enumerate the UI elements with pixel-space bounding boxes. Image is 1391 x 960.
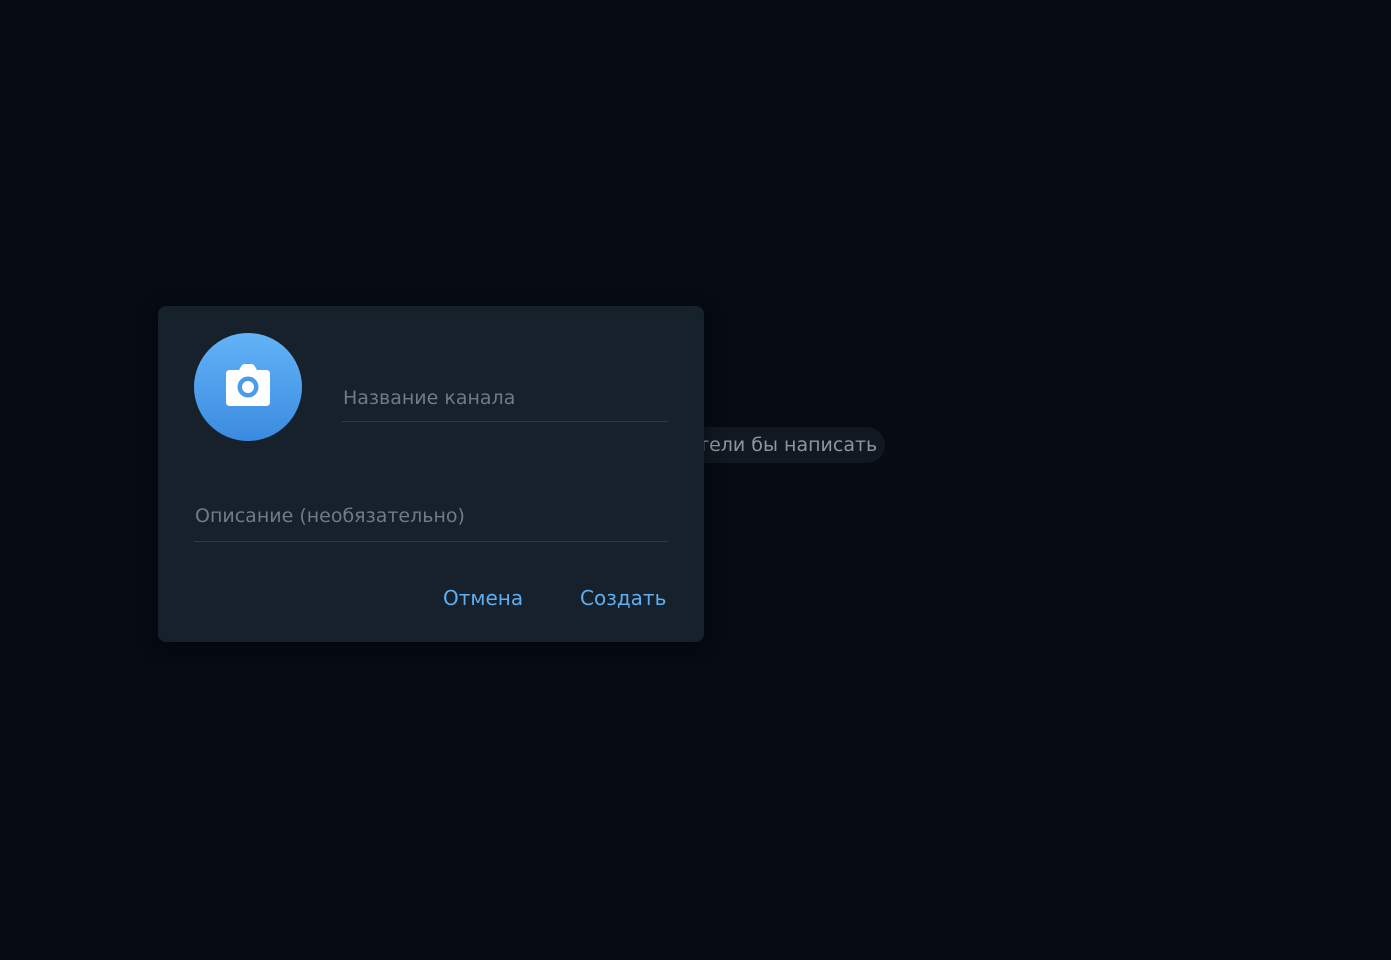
- channel-description-input[interactable]: [194, 499, 668, 542]
- create-button[interactable]: Создать: [580, 586, 666, 610]
- cancel-button[interactable]: Отмена: [443, 586, 523, 610]
- app-background: тели бы написать Отмена Создать: [0, 0, 1391, 960]
- channel-photo-button[interactable]: [194, 333, 302, 441]
- create-channel-dialog: Отмена Создать: [158, 306, 704, 642]
- camera-icon: [226, 364, 270, 406]
- background-hint-text: тели бы написать: [698, 434, 878, 456]
- channel-name-input[interactable]: [342, 382, 668, 422]
